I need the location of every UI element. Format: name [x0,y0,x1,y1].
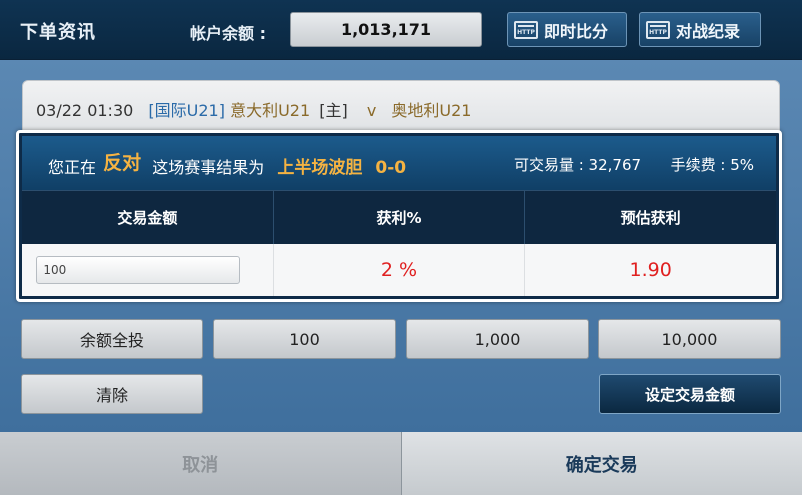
cancel-button[interactable]: 取消 [0,432,402,495]
bet-score: 0-0 [375,158,407,178]
vs-label: v [366,101,377,120]
home-team: 意大利U21 [230,101,311,120]
header-amount: 交易金额 [22,191,274,244]
event-line: 03/22 01:30 [国际U21] 意大利U21 [主] v 奥地利U21 [36,97,471,121]
amount-10000-button[interactable]: 10,000 [598,319,781,359]
est-profit-value: 1.90 [629,259,672,281]
home-tag: [主] [319,101,348,120]
confirm-button[interactable]: 确定交易 [401,432,802,495]
bet-side: 反对 [103,152,142,174]
live-score-button[interactable]: HTTP 即时比分 [507,12,627,47]
event-datetime: 03/22 01:30 [36,101,134,120]
profit-pct-cell: 2 % [274,244,526,296]
amount-100-button[interactable]: 100 [213,319,396,359]
clear-button[interactable]: 清除 [21,374,203,414]
table-header: 交易金额 获利% 预估获利 [22,190,776,244]
amount-input[interactable] [36,256,241,284]
set-amount-button[interactable]: 设定交易金额 [599,374,781,414]
all-in-button[interactable]: 余额全投 [21,319,203,359]
live-score-label: 即时比分 [544,21,609,41]
match-record-label: 对战纪录 [676,21,741,41]
profit-pct-value: 2 % [380,259,418,281]
bet-prefix: 您正在 [48,158,97,177]
footer-bar: 取消 确定交易 [0,432,802,495]
away-team: 奥地利U21 [391,101,472,120]
balance-value: 1,013,171 [290,12,482,47]
http-icon: HTTP [646,20,670,39]
header-title: 下单资讯 [20,22,96,43]
balance-label: 帐户余额 : [190,24,266,43]
tradable-volume: 可交易量 : 32,767 [513,156,642,174]
bet-box: 您正在 反对 这场赛事结果为 上半场波胆 0-0 可交易量 : 32,767 手… [16,130,782,302]
bet-middle: 这场赛事结果为 [152,158,265,177]
header-profit-pct: 获利% [274,191,526,244]
est-profit-cell: 1.90 [525,244,776,296]
bet-market: 上半场波胆 [277,158,363,178]
http-icon: HTTP [514,20,538,39]
header-est-profit: 预估获利 [620,209,681,227]
table-row: 2 % 1.90 [22,244,776,296]
match-record-button[interactable]: HTTP 对战纪录 [639,12,761,47]
bet-description: 您正在 反对 这场赛事结果为 上半场波胆 0-0 [48,152,406,179]
bet-stats: 可交易量 : 32,767 手续费 : 5% [514,154,754,175]
amount-1000-button[interactable]: 1,000 [406,319,589,359]
amount-cell [22,244,274,296]
header-bar: 下单资讯 帐户余额 : 1,013,171 HTTP 即时比分 HTTP 对战纪… [0,0,802,60]
bet-summary: 您正在 反对 这场赛事结果为 上半场波胆 0-0 可交易量 : 32,767 手… [22,136,776,190]
event-league: [国际U21] [148,101,225,120]
fee-rate: 手续费 : 5% [670,156,754,174]
